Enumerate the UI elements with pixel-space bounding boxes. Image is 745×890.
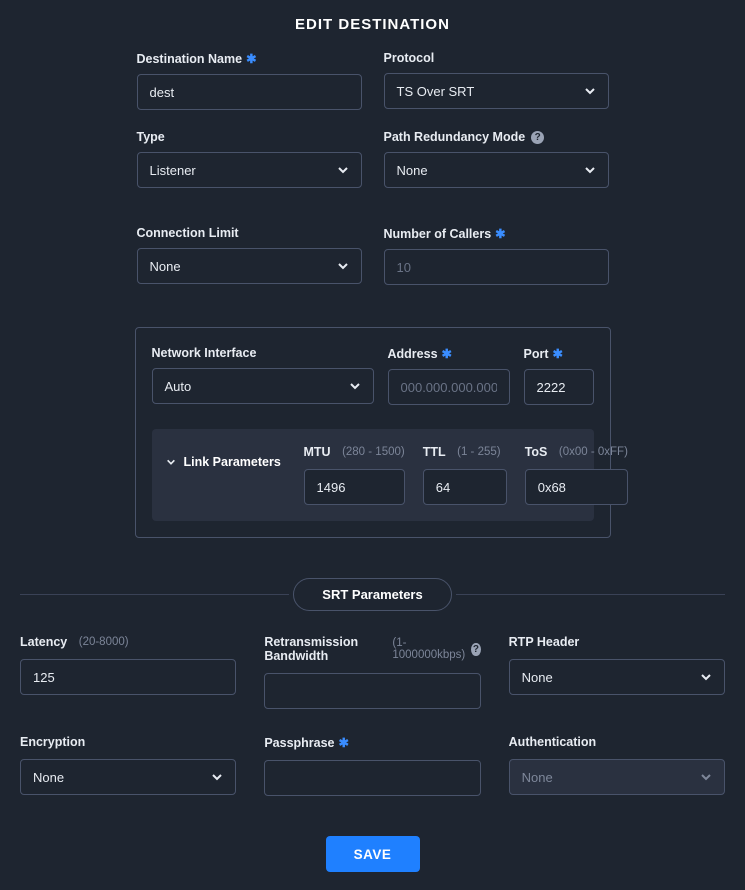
- latency-input[interactable]: [20, 659, 236, 695]
- ttl-label: TTL (1 - 255): [423, 445, 507, 459]
- chevron-down-icon: [337, 164, 349, 176]
- network-interface-select[interactable]: Auto: [152, 368, 374, 404]
- address-input[interactable]: [388, 369, 510, 405]
- required-marker: ✱: [339, 735, 349, 750]
- address-field[interactable]: [401, 380, 497, 395]
- chevron-down-icon: [584, 164, 596, 176]
- chevron-down-icon: [700, 771, 712, 783]
- destination-name-input[interactable]: [137, 74, 362, 110]
- type-select[interactable]: Listener: [137, 152, 362, 188]
- chevron-down-icon: [349, 380, 361, 392]
- passphrase-field[interactable]: [277, 771, 467, 786]
- help-icon[interactable]: ?: [471, 643, 480, 656]
- protocol-select[interactable]: TS Over SRT: [384, 73, 609, 109]
- number-of-callers-label: Number of Callers✱: [384, 226, 609, 241]
- required-marker: ✱: [246, 51, 256, 66]
- port-label: Port✱: [524, 346, 594, 361]
- chevron-down-icon: [337, 260, 349, 272]
- chevron-down-icon: [584, 85, 596, 97]
- srt-parameters-divider: SRT Parameters: [20, 578, 725, 611]
- destination-name-label: Destination Name✱: [137, 51, 362, 66]
- port-input[interactable]: [524, 369, 594, 405]
- rtp-header-label: RTP Header: [509, 635, 725, 649]
- latency-field[interactable]: [33, 670, 223, 685]
- ttl-input[interactable]: [423, 469, 507, 505]
- rtp-header-select[interactable]: None: [509, 659, 725, 695]
- latency-label: Latency (20-8000): [20, 635, 236, 649]
- srt-parameters-header: SRT Parameters: [293, 578, 451, 611]
- path-redundancy-label: Path Redundancy Mode ?: [384, 130, 609, 144]
- page-title: EDIT DESTINATION: [0, 0, 745, 51]
- mtu-input[interactable]: [304, 469, 405, 505]
- network-interface-label: Network Interface: [152, 346, 374, 360]
- retransmission-bandwidth-label: Retransmission Bandwidth (1-1000000kbps)…: [264, 635, 480, 663]
- required-marker: ✱: [495, 226, 505, 241]
- number-of-callers-field[interactable]: [397, 260, 596, 275]
- link-parameters-toggle[interactable]: Link Parameters: [166, 445, 286, 469]
- mtu-label: MTU (280 - 1500): [304, 445, 405, 459]
- retransmission-bandwidth-field[interactable]: [277, 684, 467, 699]
- passphrase-input[interactable]: [264, 760, 480, 796]
- tos-label: ToS (0x00 - 0xFF): [525, 445, 628, 459]
- authentication-label: Authentication: [509, 735, 725, 749]
- path-redundancy-select[interactable]: None: [384, 152, 609, 188]
- tos-field[interactable]: [538, 480, 615, 495]
- encryption-label: Encryption: [20, 735, 236, 749]
- chevron-down-icon: [211, 771, 223, 783]
- help-icon[interactable]: ?: [531, 131, 544, 144]
- chevron-down-icon: [166, 457, 176, 467]
- ttl-field[interactable]: [436, 480, 494, 495]
- tos-input[interactable]: [525, 469, 628, 505]
- retransmission-bandwidth-input[interactable]: [264, 673, 480, 709]
- protocol-label: Protocol: [384, 51, 609, 65]
- save-button[interactable]: SAVE: [326, 836, 420, 872]
- link-parameters-panel: Link Parameters MTU (280 - 1500) TTL (1 …: [152, 429, 594, 521]
- destination-name-field[interactable]: [150, 85, 349, 100]
- address-label: Address✱: [388, 346, 510, 361]
- edit-destination-form: Destination Name✱ Protocol TS Over SRT T…: [0, 51, 745, 872]
- mtu-field[interactable]: [317, 480, 392, 495]
- passphrase-label: Passphrase✱: [264, 735, 480, 750]
- network-panel: Network Interface Auto Address✱ Port✱: [135, 327, 611, 538]
- connection-limit-select[interactable]: None: [137, 248, 362, 284]
- encryption-select[interactable]: None: [20, 759, 236, 795]
- connection-limit-label: Connection Limit: [137, 226, 362, 240]
- number-of-callers-input[interactable]: [384, 249, 609, 285]
- type-label: Type: [137, 130, 362, 144]
- chevron-down-icon: [700, 671, 712, 683]
- port-field[interactable]: [537, 380, 581, 395]
- required-marker: ✱: [442, 346, 452, 361]
- required-marker: ✱: [553, 346, 563, 361]
- authentication-select: None: [509, 759, 725, 795]
